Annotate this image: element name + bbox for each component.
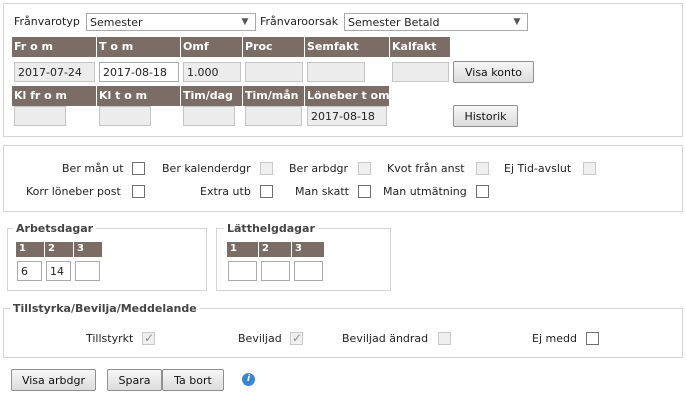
t-o-m-field[interactable]: 2017-08-18 xyxy=(99,62,179,82)
visa-arbdgr-button[interactable]: Visa arbdgr xyxy=(11,369,96,391)
header-kl-fr-o-m: Kl fr o m xyxy=(12,86,96,106)
tim-man-field[interactable] xyxy=(245,106,302,126)
header-semfakt: Semfakt xyxy=(305,37,389,57)
latthelgdagar-field-2[interactable] xyxy=(261,261,290,281)
header-proc: Proc xyxy=(243,37,304,57)
latthelgdagar-panel xyxy=(216,228,391,291)
arbetsdagar-col-2: 2 xyxy=(45,242,73,257)
kl-t-o-m-field[interactable] xyxy=(99,106,151,126)
header-t-o-m: T o m xyxy=(97,37,180,57)
chevron-down-icon: ▼ xyxy=(513,17,521,27)
korr-loneber-post-label: Korr löneber post xyxy=(26,185,121,198)
franvaroorsak-label: Frånvaroorsak xyxy=(260,15,339,28)
latthelgdagar-field-1[interactable] xyxy=(228,261,257,281)
korr-loneber-post-checkbox[interactable] xyxy=(132,185,145,198)
arbetsdagar-field-3[interactable] xyxy=(75,261,100,281)
ej-medd-checkbox[interactable] xyxy=(586,332,599,345)
ej-medd-label: Ej medd xyxy=(532,332,577,345)
ber-kalenderdgr-checkbox[interactable] xyxy=(260,162,273,175)
header-fr-o-m: Fr o m xyxy=(12,37,96,57)
man-utmatning-label: Man utmätning xyxy=(383,185,467,198)
tillstyrka-title: Tillstyrka/Bevilja/Meddelande xyxy=(10,302,200,315)
arbetsdagar-col-3: 3 xyxy=(74,242,102,257)
arbetsdagar-field-1[interactable]: 6 xyxy=(17,261,42,281)
tillstyrkt-label: Tillstyrkt xyxy=(86,332,134,345)
arbetsdagar-panel xyxy=(7,228,207,291)
check-icon: ✓ xyxy=(143,331,155,345)
spara-button[interactable]: Spara xyxy=(107,369,162,391)
ber-arbdgr-checkbox[interactable] xyxy=(358,162,371,175)
kalfakt-field[interactable] xyxy=(392,62,449,82)
loneber-t-om-field[interactable]: 2017-08-18 xyxy=(307,106,387,126)
latthelgdagar-col-1: 1 xyxy=(227,242,258,257)
visa-konto-button[interactable]: Visa konto xyxy=(453,61,534,83)
kvot-fran-anst-checkbox[interactable] xyxy=(476,162,489,175)
ej-tid-avslut-label: Ej Tid-avslut xyxy=(504,162,572,175)
latthelgdagar-title: Lätthelgdagar xyxy=(224,222,318,235)
chevron-down-icon: ▼ xyxy=(241,17,249,27)
header-kalfakt: Kalfakt xyxy=(390,37,450,57)
beviljad-andrad-label: Beviljad ändrad xyxy=(342,332,429,345)
kvot-fran-anst-label: Kvot från anst xyxy=(387,162,465,175)
beviljad-label: Beviljad xyxy=(238,332,282,345)
latthelgdagar-col-2: 2 xyxy=(259,242,291,257)
proc-field[interactable] xyxy=(245,62,303,82)
franvaroorsak-value: Semester Betald xyxy=(348,16,440,29)
info-icon[interactable]: i xyxy=(242,373,255,386)
options-panel xyxy=(3,145,683,212)
beviljad-checkbox[interactable]: ✓ xyxy=(290,331,303,345)
ber-man-ut-checkbox[interactable] xyxy=(132,162,145,175)
tillstyrkt-checkbox[interactable]: ✓ xyxy=(142,331,155,345)
fr-o-m-field[interactable]: 2017-07-24 xyxy=(14,62,95,82)
man-utmatning-checkbox[interactable] xyxy=(476,185,489,198)
header-omf: Omf xyxy=(181,37,242,57)
beviljad-andrad-checkbox[interactable] xyxy=(438,332,451,345)
semfakt-field[interactable] xyxy=(307,62,365,82)
header-kl-t-o-m: Kl t o m xyxy=(97,86,180,106)
arbetsdagar-col-1: 1 xyxy=(16,242,44,257)
ta-bort-button[interactable]: Ta bort xyxy=(162,369,224,391)
franvarotyp-select[interactable]: Semester ▼ xyxy=(86,13,256,31)
franvaroorsak-select[interactable]: Semester Betald ▼ xyxy=(344,13,528,31)
tim-dag-field[interactable] xyxy=(183,106,235,126)
arbetsdagar-field-2[interactable]: 14 xyxy=(46,261,71,281)
ej-tid-avslut-checkbox[interactable] xyxy=(583,162,596,175)
header-tim-man: Tim/mån xyxy=(243,86,304,106)
extra-utb-label: Extra utb xyxy=(200,185,251,198)
ber-kalenderdgr-label: Ber kalenderdgr xyxy=(162,162,251,175)
ber-arbdgr-label: Ber arbdgr xyxy=(289,162,349,175)
franvarotyp-value: Semester xyxy=(90,16,143,29)
omf-field[interactable]: 1.000 xyxy=(183,62,241,82)
extra-utb-checkbox[interactable] xyxy=(260,185,273,198)
arbetsdagar-title: Arbetsdagar xyxy=(13,222,97,235)
header-loneber-t-om: Löneber t om xyxy=(305,86,390,106)
latthelgdagar-field-3[interactable] xyxy=(294,261,323,281)
historik-button[interactable]: Historik xyxy=(453,105,518,127)
franvarotyp-label: Frånvarotyp xyxy=(14,15,80,28)
header-tim-dag: Tim/dag xyxy=(181,86,242,106)
check-icon: ✓ xyxy=(291,331,303,345)
latthelgdagar-col-3: 3 xyxy=(292,242,324,257)
man-skatt-label: Man skatt xyxy=(295,185,349,198)
ber-man-ut-label: Ber mån ut xyxy=(62,162,124,175)
man-skatt-checkbox[interactable] xyxy=(358,185,371,198)
kl-fr-o-m-field[interactable] xyxy=(14,106,66,126)
